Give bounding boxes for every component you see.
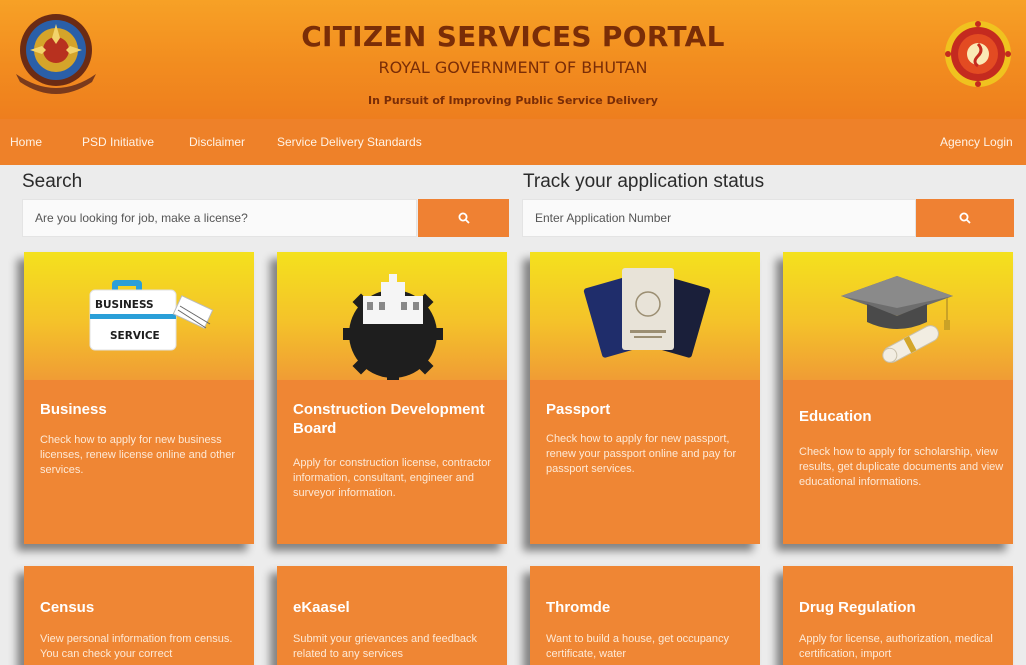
card-title: Passport (546, 401, 611, 418)
card-image (530, 252, 760, 380)
gear-building-icon (343, 274, 443, 380)
service-card-drug-regulation[interactable]: Drug Regulation Apply for license, autho… (783, 566, 1013, 665)
card-title: Drug Regulation (799, 599, 916, 616)
track-search-button[interactable] (916, 199, 1014, 237)
track-heading: Track your application status (523, 171, 765, 192)
nav-home-link[interactable]: Home (10, 135, 42, 149)
page-title: CITIZEN SERVICES PORTAL (301, 20, 725, 53)
service-card-ekaasel[interactable]: eKaasel Submit your grievances and feedb… (277, 566, 507, 665)
card-title: Thromde (546, 599, 611, 616)
card-description: Apply for license, authorization, medica… (799, 633, 993, 660)
service-card-construction[interactable]: Construction Development Board Apply for… (277, 252, 507, 544)
search-icon (458, 212, 470, 224)
search-icon (959, 212, 971, 224)
gnh-seal-icon (945, 21, 1011, 87)
briefcase-label-business: BUSINESS (95, 299, 154, 311)
search-heading: Search (22, 171, 83, 192)
card-title: Census (40, 599, 95, 616)
nav-disclaimer-link[interactable]: Disclaimer (189, 135, 245, 149)
service-card-passport[interactable]: Passport Check how to apply for new pass… (530, 252, 760, 544)
card-description: Check how to apply for new passport, ren… (546, 433, 737, 475)
card-image: BUSINESS SERVICE (24, 252, 254, 380)
main-navbar: Home PSD Initiative Disclaimer Service D… (0, 119, 1026, 165)
page-tagline: In Pursuit of Improving Public Service D… (368, 94, 658, 107)
card-description: Submit your grievances and feedback rela… (293, 633, 478, 660)
search-input[interactable] (22, 199, 417, 237)
service-card-education[interactable]: Education Check how to apply for scholar… (783, 252, 1013, 544)
page-subtitle: ROYAL GOVERNMENT OF BHUTAN (378, 58, 648, 77)
card-image (783, 252, 1013, 380)
nav-service-delivery-standards-link[interactable]: Service Delivery Standards (277, 135, 422, 149)
card-description: View personal information from census. Y… (40, 633, 233, 660)
application-number-input[interactable] (522, 199, 916, 237)
card-title: eKaasel (293, 599, 350, 616)
briefcase-label-service: SERVICE (110, 330, 160, 342)
passport-icon (583, 268, 711, 358)
graduation-cap-icon (841, 276, 953, 363)
card-title: Construction Development Board (293, 401, 485, 437)
card-image (277, 252, 507, 380)
briefcase-icon: BUSINESS SERVICE (89, 280, 214, 351)
site-header: CITIZEN SERVICES PORTAL ROYAL GOVERNMENT… (0, 0, 1026, 119)
service-card-business[interactable]: BUSINESS SERVICE Business Check how to a… (24, 252, 254, 544)
card-description: Apply for construction license, contract… (293, 457, 492, 499)
card-description: Want to build a house, get occupancy cer… (546, 633, 730, 660)
card-description: Check how to apply for scholarship, view… (799, 446, 1004, 488)
search-button[interactable] (418, 199, 509, 237)
service-card-census[interactable]: Census View personal information from ce… (24, 566, 254, 665)
card-title: Education (799, 408, 872, 425)
agency-login-link[interactable]: Agency Login (940, 135, 1013, 149)
nav-psd-initiative-link[interactable]: PSD Initiative (82, 135, 154, 149)
service-card-thromde[interactable]: Thromde Want to build a house, get occup… (530, 566, 760, 665)
card-description: Check how to apply for new business lice… (40, 434, 236, 476)
card-title: Business (40, 401, 107, 418)
